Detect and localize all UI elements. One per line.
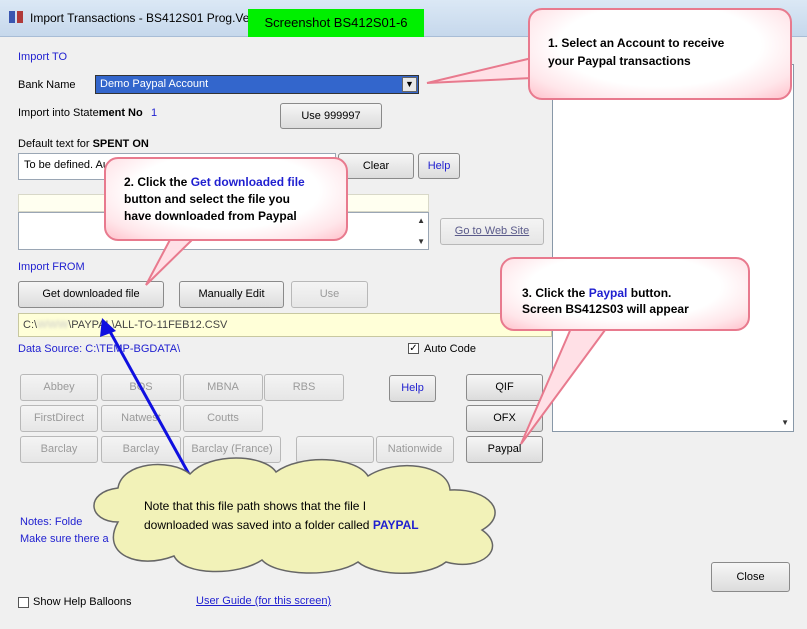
cloud-line-2: downloaded was saved into a folder calle… xyxy=(144,516,419,535)
callout-2-line-3: have downloaded from Paypal xyxy=(124,209,297,223)
callout-3-line-2: Screen BS412S03 will appear xyxy=(522,302,689,316)
callout-2-pointer xyxy=(145,235,199,286)
callout-1-line-1: 1. Select an Account to receive xyxy=(548,36,725,50)
callout-3-post: button. xyxy=(627,286,672,300)
callout-1-line-2: your Paypal transactions xyxy=(548,54,691,68)
callout-2-line-2: button and select the file you xyxy=(124,192,291,206)
callout-3-pointer xyxy=(520,325,610,445)
callout-3-pre: 3. Click the xyxy=(522,286,589,300)
cloud-callout-text: Note that this file path shows that the … xyxy=(144,497,419,535)
cloud-line-2-blue: PAYPAL xyxy=(372,518,419,532)
callout-2-pre: 2. Click the xyxy=(124,175,191,189)
cloud-line-2-pre: downloaded was saved into a folder calle… xyxy=(144,518,373,532)
callout-2-blue: Get downloaded file xyxy=(190,175,305,189)
callout-3-line-1: 3. Click the Paypal button. xyxy=(522,285,748,301)
arrow-head-icon xyxy=(100,318,116,337)
cloud-line-1: Note that this file path shows that the … xyxy=(144,499,367,513)
callout-2-line-1: 2. Click the Get downloaded file xyxy=(124,174,346,191)
callout-1: 1. Select an Account to receive your Pay… xyxy=(528,8,792,100)
callout-3: 3. Click the Paypal button. Screen BS412… xyxy=(500,257,750,331)
callout-2: 2. Click the Get downloaded file button … xyxy=(104,157,348,241)
callout-3-blue: Paypal xyxy=(588,286,628,300)
callout-1-pointer xyxy=(426,56,533,84)
